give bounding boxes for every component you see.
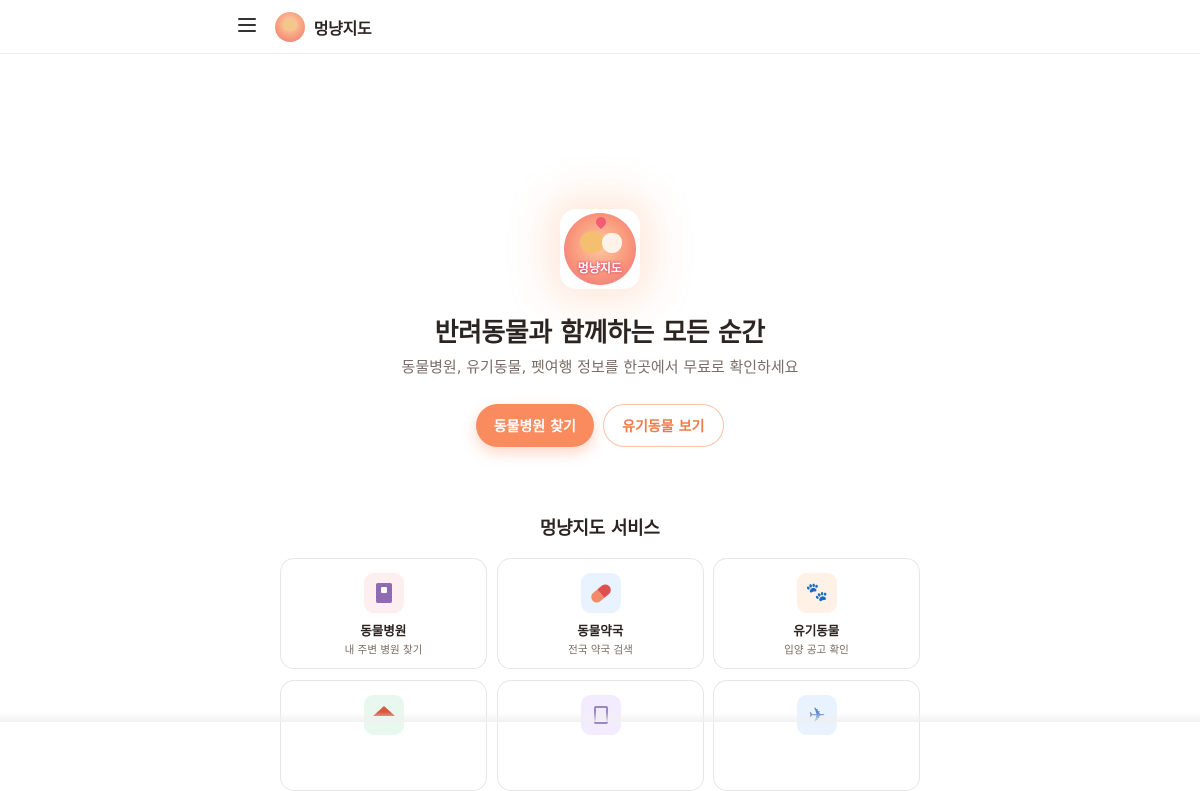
top-header: 멍냥지도 <box>0 0 1200 54</box>
view-abandoned-animals-button[interactable]: 유기동물 보기 <box>603 404 724 447</box>
brand-logo-icon <box>275 12 305 42</box>
service-name: 유기동물 <box>793 623 840 638</box>
map-pin-icon <box>593 214 609 230</box>
service-desc: 내 주변 병원 찾기 <box>344 644 423 656</box>
services-section-title: 멍냥지도 서비스 <box>540 518 660 539</box>
hero-logo: 멍냥지도 <box>560 209 640 289</box>
service-card-4[interactable] <box>280 680 487 791</box>
hospital-icon <box>364 573 404 613</box>
service-name: 동물약국 <box>577 623 624 638</box>
service-card-5[interactable] <box>497 680 704 791</box>
logo-text: 멍냥지도 <box>577 261 623 275</box>
service-card-abandoned-animals[interactable]: 🐾 유기동물 입양 공고 확인 <box>713 558 920 669</box>
hero-subtitle: 동물병원, 유기동물, 펫여행 정보를 한곳에서 무료로 확인하세요 <box>401 358 799 376</box>
find-hospital-button[interactable]: 동물병원 찾기 <box>476 404 594 447</box>
service-card-hospital[interactable]: 동물병원 내 주변 병원 찾기 <box>280 558 487 669</box>
hero-title: 반려동물과 함께하는 모든 순간 <box>434 318 766 348</box>
dog-cat-logo-icon: 멍냥지도 <box>564 213 636 285</box>
service-card-pharmacy[interactable]: 동물약국 전국 약국 검색 <box>497 558 704 669</box>
brand[interactable]: 멍냥지도 <box>275 12 372 42</box>
service-desc: 입양 공고 확인 <box>784 644 849 656</box>
service-name: 동물병원 <box>360 623 407 638</box>
paw-icon: 🐾 <box>797 573 837 613</box>
service-desc: 전국 약국 검색 <box>568 644 633 656</box>
brand-name: 멍냥지도 <box>314 19 372 38</box>
hamburger-menu-icon[interactable] <box>238 18 256 34</box>
service-card-6[interactable]: ✈ <box>713 680 920 791</box>
pill-icon <box>581 573 621 613</box>
bottom-fade <box>0 712 1200 722</box>
